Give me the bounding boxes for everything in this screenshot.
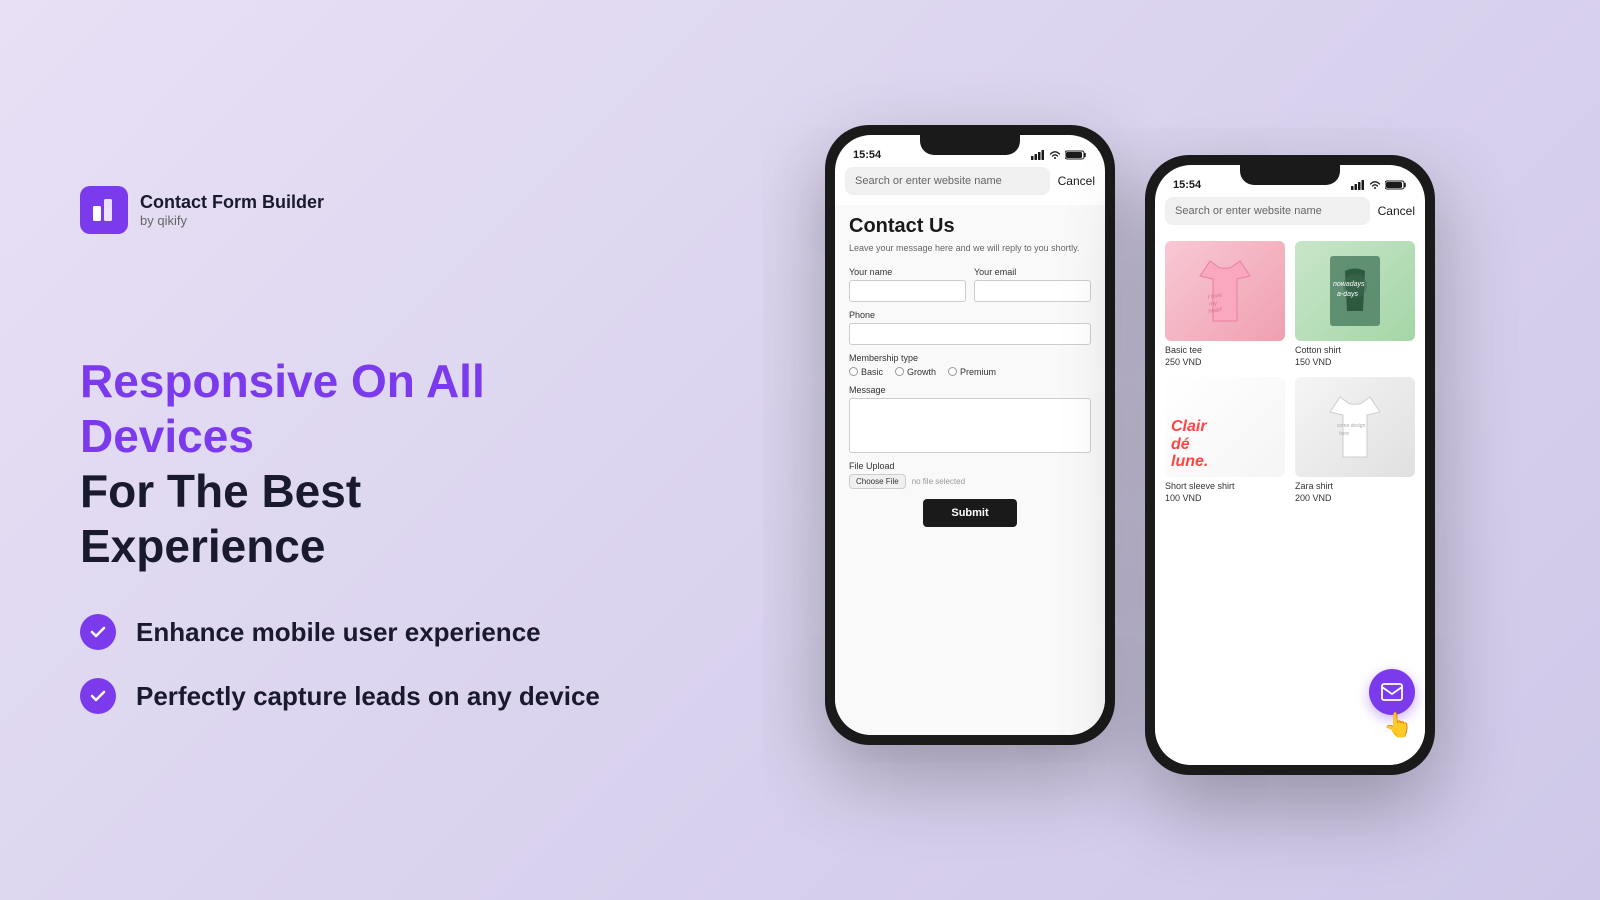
- radio-dot-premium: [948, 367, 957, 376]
- headline-line1: Responsive On All Devices: [80, 354, 600, 464]
- search-bar-1[interactable]: Search or enter website name Cancel: [835, 167, 1105, 205]
- phone-input[interactable]: [849, 323, 1091, 345]
- logo-icon: [80, 186, 128, 234]
- search-input-2[interactable]: Search or enter website name: [1165, 197, 1370, 225]
- product-image-4: some design here: [1295, 377, 1415, 477]
- svg-text:nowadays: nowadays: [1333, 281, 1365, 288]
- radio-dot-growth: [895, 367, 904, 376]
- phone-label: Phone: [849, 310, 1091, 320]
- phone-mockup-2: 15:54: [1145, 155, 1435, 775]
- product-price-2: 150 VND: [1295, 357, 1415, 367]
- products-grid: I love my heart Basic tee 250 VND: [1165, 241, 1415, 503]
- phone-notch-1: [920, 135, 1020, 155]
- cancel-button-2[interactable]: Cancel: [1378, 204, 1415, 218]
- product-name-3: Short sleeve shirt: [1165, 481, 1285, 491]
- product-price-1: 250 VND: [1165, 357, 1285, 367]
- product-card-4[interactable]: some design here Zara shirt 200 VND: [1295, 377, 1415, 503]
- product-name-1: Basic tee: [1165, 345, 1285, 355]
- radio-premium[interactable]: Premium: [948, 367, 996, 377]
- phone-inner-1: 15:54: [835, 135, 1105, 735]
- app-name: Contact Form Builder: [140, 192, 324, 213]
- fab-email-button[interactable]: [1369, 669, 1415, 715]
- email-label: Your email: [974, 267, 1091, 277]
- check-icon-2: [80, 678, 116, 714]
- signal-icon-2: [1351, 180, 1365, 190]
- radio-basic[interactable]: Basic: [849, 367, 883, 377]
- form-title: Contact Us: [849, 215, 1091, 238]
- product-price-4: 200 VND: [1295, 493, 1415, 503]
- phone-mockup-1: 15:54: [825, 125, 1115, 745]
- status-right-2: [1351, 180, 1407, 190]
- app-by: by qikify: [140, 213, 324, 228]
- cancel-button-1[interactable]: Cancel: [1058, 174, 1095, 188]
- no-file-text: no file selected: [912, 477, 965, 486]
- radio-label-growth: Growth: [907, 367, 936, 377]
- radio-growth[interactable]: Growth: [895, 367, 936, 377]
- clair-text: Clairdélune.: [1171, 418, 1208, 471]
- email-field: Your email: [974, 267, 1091, 302]
- svg-text:a-days: a-days: [1337, 291, 1359, 298]
- search-bar-2[interactable]: Search or enter website name Cancel: [1155, 197, 1425, 235]
- product-card-2[interactable]: nowadays a-days Cotton shirt 150 VND: [1295, 241, 1415, 367]
- radio-dot-basic: [849, 367, 858, 376]
- headline-line2: For The Best Experience: [80, 464, 600, 574]
- feature-item-2: Perfectly capture leads on any device: [80, 678, 600, 714]
- membership-section: Membership type Basic Growth Premium: [849, 353, 1091, 377]
- feature-text-1: Enhance mobile user experience: [136, 617, 541, 648]
- left-section: Contact Form Builder by qikify Responsiv…: [0, 126, 680, 775]
- radio-label-premium: Premium: [960, 367, 996, 377]
- headline: Responsive On All Devices For The Best E…: [80, 354, 600, 575]
- file-upload-label: File Upload: [849, 461, 1091, 471]
- phone-notch-2: [1240, 165, 1340, 185]
- form-row-name-email: Your name Your email: [849, 267, 1091, 302]
- file-upload-row: Choose File no file selected: [849, 474, 1091, 489]
- status-time-1: 15:54: [853, 149, 881, 161]
- cursor-hand-icon: 👆: [1383, 711, 1413, 740]
- check-icon-1: [80, 614, 116, 650]
- logo-area: Contact Form Builder by qikify: [80, 186, 600, 234]
- membership-label: Membership type: [849, 353, 1091, 363]
- status-time-2: 15:54: [1173, 179, 1201, 191]
- wifi-icon-1: [1049, 150, 1061, 160]
- message-label: Message: [849, 385, 1091, 395]
- svg-text:some design: some design: [1337, 423, 1366, 429]
- product-image-1: I love my heart: [1165, 241, 1285, 341]
- form-subtitle: Leave your message here and we will repl…: [849, 242, 1091, 255]
- search-input-1[interactable]: Search or enter website name: [845, 167, 1050, 195]
- radio-group: Basic Growth Premium: [849, 367, 1091, 377]
- form-content: Contact Us Leave your message here and w…: [835, 205, 1105, 735]
- feature-item-1: Enhance mobile user experience: [80, 614, 600, 650]
- status-right-1: [1031, 150, 1087, 160]
- signal-icon-1: [1031, 150, 1045, 160]
- name-label: Your name: [849, 267, 966, 277]
- phones-section: 15:54: [680, 0, 1600, 900]
- product-name-4: Zara shirt: [1295, 481, 1415, 491]
- logo-text-block: Contact Form Builder by qikify: [140, 192, 324, 228]
- submit-button[interactable]: Submit: [923, 499, 1016, 527]
- name-input[interactable]: [849, 280, 966, 302]
- features-list: Enhance mobile user experience Perfectly…: [80, 614, 600, 714]
- feature-text-2: Perfectly capture leads on any device: [136, 681, 600, 712]
- radio-label-basic: Basic: [861, 367, 883, 377]
- product-image-2: nowadays a-days: [1295, 241, 1415, 341]
- battery-icon-1: [1065, 150, 1087, 160]
- svg-text:here: here: [1339, 431, 1349, 437]
- product-image-3: Clairdélune.: [1165, 377, 1285, 477]
- product-name-2: Cotton shirt: [1295, 345, 1415, 355]
- product-card-3[interactable]: Clairdélune. Short sleeve shirt 100 VND: [1165, 377, 1285, 503]
- product-card-1[interactable]: I love my heart Basic tee 250 VND: [1165, 241, 1285, 367]
- battery-icon-2: [1385, 180, 1407, 190]
- wifi-icon-2: [1369, 180, 1381, 190]
- file-upload-section: File Upload Choose File no file selected: [849, 461, 1091, 489]
- message-textarea[interactable]: [849, 398, 1091, 453]
- choose-file-button[interactable]: Choose File: [849, 474, 906, 489]
- product-price-3: 100 VND: [1165, 493, 1285, 503]
- email-input[interactable]: [974, 280, 1091, 302]
- name-field: Your name: [849, 267, 966, 302]
